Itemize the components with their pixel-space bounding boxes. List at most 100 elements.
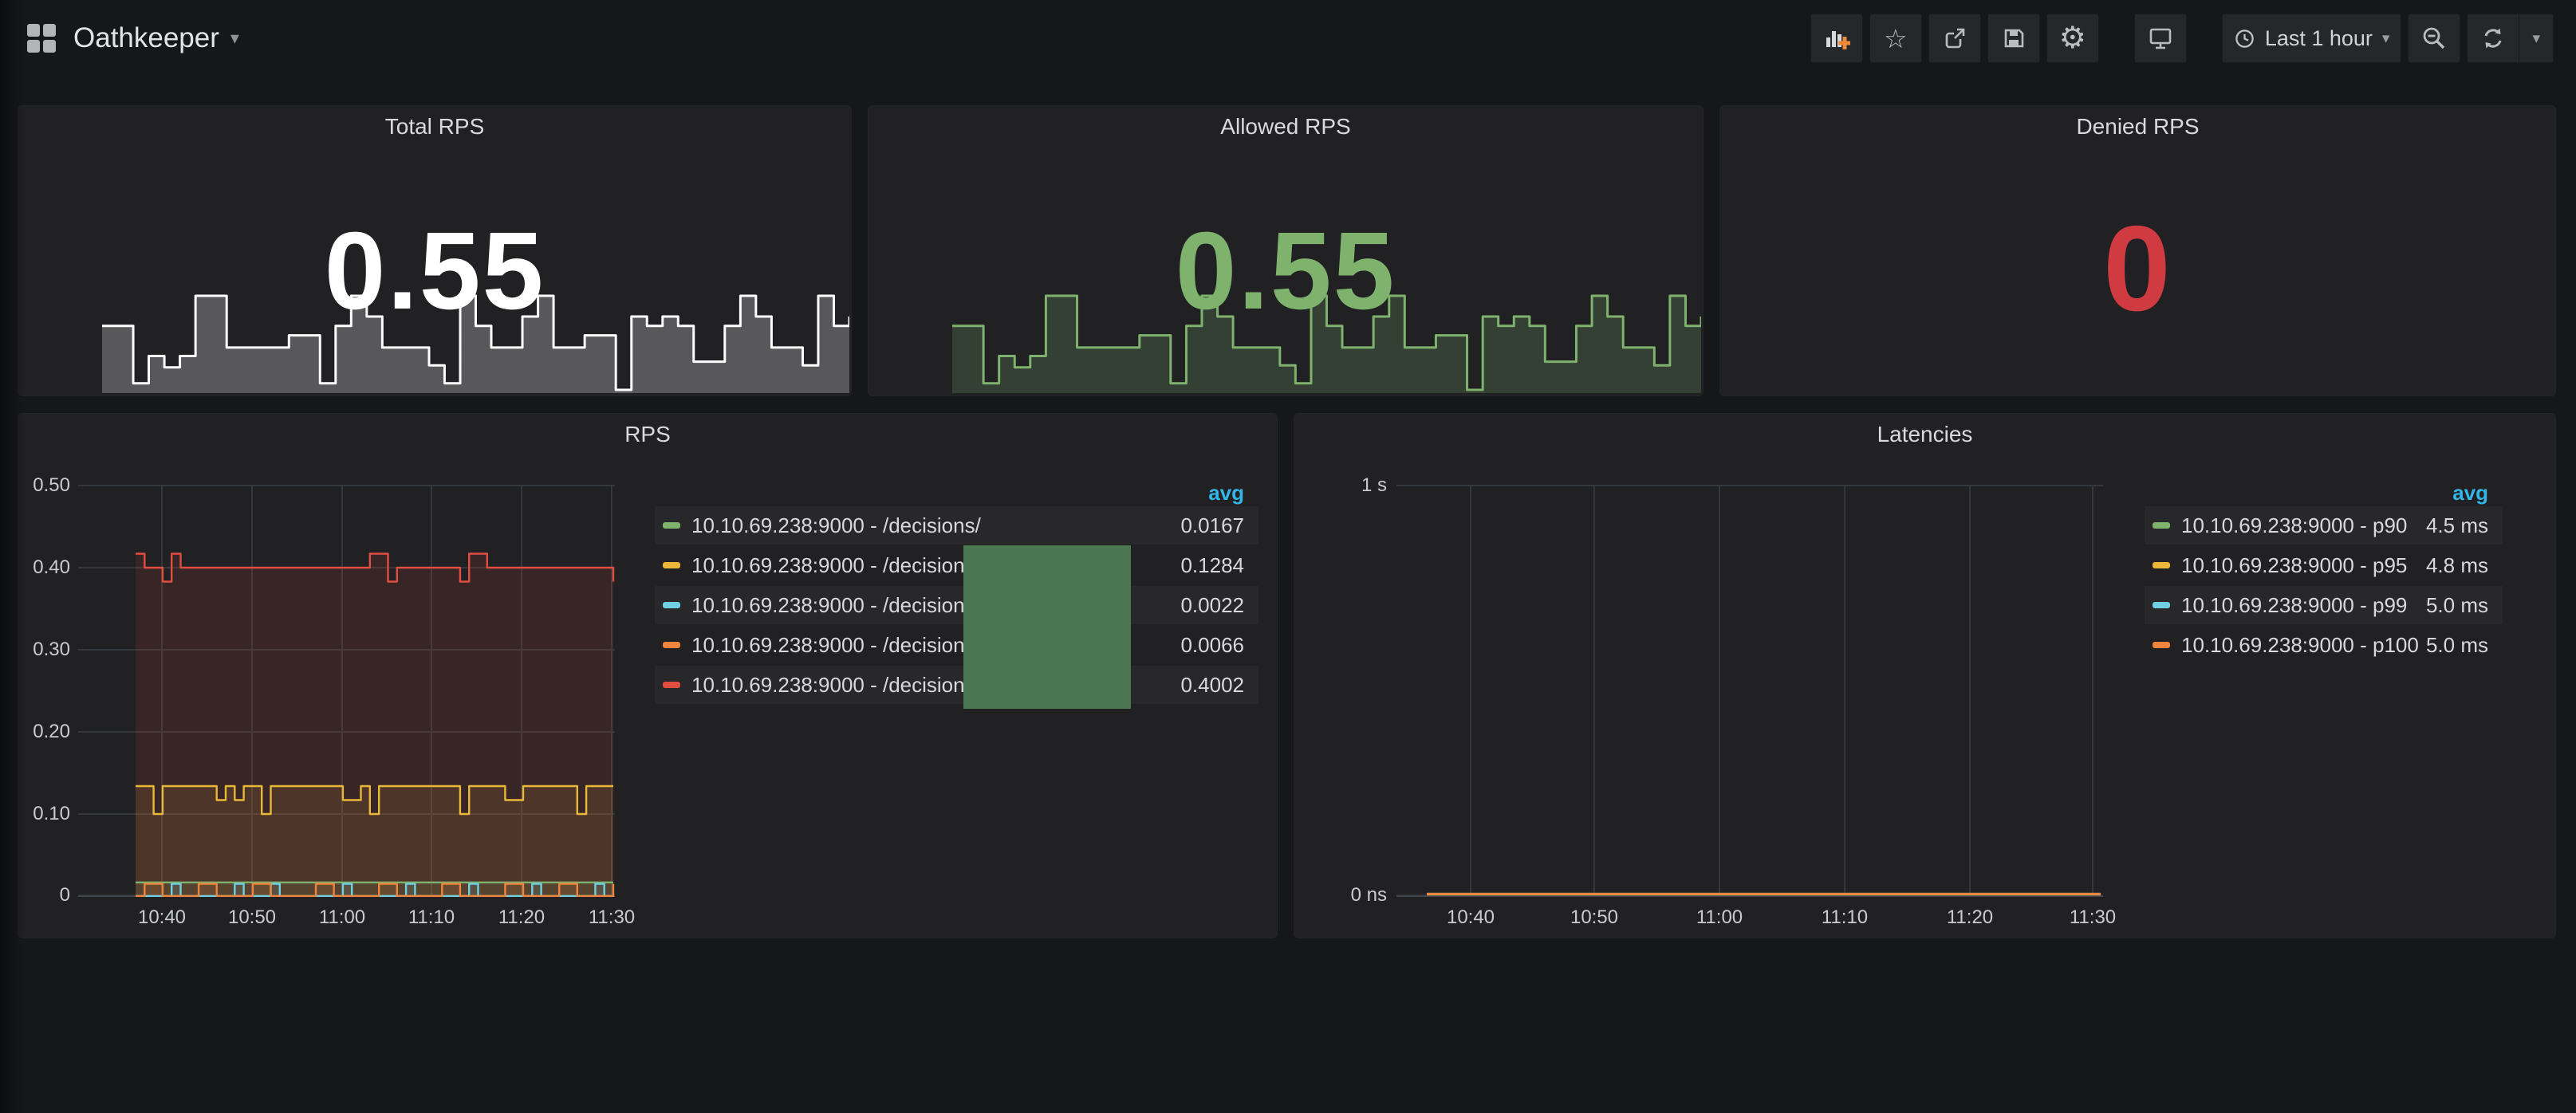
series-avg-value: 0.0022	[1180, 593, 1244, 618]
add-panel-button[interactable]	[1810, 14, 1863, 63]
grafana-dashboard: Oathkeeper ▾ ☆	[0, 0, 2576, 1113]
refresh-icon	[2480, 26, 2506, 51]
singlestat-value: 0	[1720, 208, 2555, 329]
x-axis-tick: 10:40	[1435, 907, 1507, 929]
clock-icon	[2234, 28, 2255, 49]
legend-row[interactable]: 10.10.69.238:9000 - /decisions/ 0.0022	[655, 586, 1258, 624]
panel-title[interactable]: Latencies	[1294, 422, 2555, 447]
x-axis-tick: 11:20	[1934, 907, 2006, 929]
x-axis-tick: 11:00	[1684, 907, 1755, 929]
series-color-swatch[interactable]	[663, 642, 680, 648]
bar-chart-plus-icon	[1823, 25, 1850, 52]
series-avg-value: 4.8 ms	[2426, 553, 2488, 578]
series-name[interactable]: 10.10.69.238:9000 - /decisions/	[691, 513, 1180, 538]
share-button[interactable]	[1928, 14, 1981, 63]
save-icon	[2001, 26, 2027, 51]
legend-row[interactable]: 10.10.69.238:9000 - p100 5.0 ms	[2145, 626, 2503, 664]
series-color-swatch[interactable]	[663, 522, 680, 529]
x-axis-tick: 11:20	[486, 907, 557, 929]
gear-icon: ⚙	[2059, 23, 2086, 53]
dashboard-toolbar: ☆ ⚙	[1810, 14, 2554, 63]
monitor-icon	[2147, 25, 2174, 52]
time-range-label: Last 1 hour	[2265, 26, 2373, 51]
y-axis-tick: 0.50	[20, 474, 70, 497]
legend-avg-header[interactable]: avg	[655, 481, 1258, 505]
x-axis-tick: 10:50	[1558, 907, 1630, 929]
latencies-chart-plot[interactable]	[1396, 485, 2103, 897]
panel-title[interactable]: Allowed RPS	[869, 114, 1703, 140]
x-axis-tick: 11:30	[576, 907, 648, 929]
x-axis-tick: 10:50	[216, 907, 288, 929]
y-axis-tick: 0	[20, 884, 70, 907]
y-axis-tick: 0.20	[20, 721, 70, 743]
series-color-swatch[interactable]	[2153, 522, 2170, 529]
series-avg-value: 5.0 ms	[2426, 633, 2488, 658]
x-axis-tick: 10:40	[126, 907, 198, 929]
panel-allowed-rps: Allowed RPS 0.55	[868, 105, 1704, 396]
refresh-button[interactable]	[2468, 14, 2519, 63]
y-axis-tick: 1 s	[1296, 474, 1387, 497]
y-axis-tick: 0.10	[20, 803, 70, 825]
legend-row[interactable]: 10.10.69.238:9000 - /decisions/ 0.1284	[655, 546, 1258, 584]
panel-title[interactable]: Total RPS	[18, 114, 851, 140]
cycle-view-mode-button[interactable]	[2134, 14, 2187, 63]
series-name[interactable]: 10.10.69.238:9000 - p100	[2181, 633, 2426, 658]
y-axis-tick: 0.40	[20, 556, 70, 579]
series-color-swatch[interactable]	[663, 682, 680, 688]
share-icon	[1942, 26, 1967, 51]
sparkline	[952, 293, 1701, 393]
refresh-interval-dropdown[interactable]: ▾	[2519, 14, 2553, 63]
panel-title[interactable]: RPS	[18, 422, 1277, 447]
dashboard-title[interactable]: Oathkeeper	[73, 22, 219, 54]
legend-row[interactable]: 10.10.69.238:9000 - p90 4.5 ms	[2145, 506, 2503, 545]
series-name[interactable]: 10.10.69.238:9000 - p99	[2181, 593, 2426, 618]
panel-latencies-graph: Latencies 1 s 0 ns 10:40 10:50 11:00 11:…	[1294, 413, 2556, 938]
y-axis-tick: 0 ns	[1296, 884, 1387, 907]
series-color-swatch[interactable]	[2153, 562, 2170, 568]
x-axis-tick: 11:00	[306, 907, 378, 929]
series-avg-value: 4.5 ms	[2426, 513, 2488, 538]
rps-chart-plot[interactable]	[78, 485, 615, 897]
panel-title[interactable]: Denied RPS	[1720, 114, 2555, 140]
series-color-swatch[interactable]	[663, 602, 680, 608]
series-name[interactable]: 10.10.69.238:9000 - p90	[2181, 513, 2426, 538]
x-axis-tick: 11:10	[1809, 907, 1881, 929]
x-axis-tick: 11:10	[396, 907, 467, 929]
series-avg-value: 5.0 ms	[2426, 593, 2488, 618]
green-overlay-artifact	[963, 545, 1131, 709]
x-axis-tick: 11:30	[2057, 907, 2129, 929]
series-avg-value: 0.0167	[1180, 513, 1244, 538]
refresh-split-button: ▾	[2467, 14, 2554, 63]
series-color-swatch[interactable]	[663, 562, 680, 568]
dashboard-title-dropdown[interactable]: Oathkeeper ▾	[73, 22, 239, 54]
series-color-swatch[interactable]	[2153, 602, 2170, 608]
legend-row[interactable]: 10.10.69.238:9000 - p99 5.0 ms	[2145, 586, 2503, 624]
legend-row[interactable]: 10.10.69.238:9000 - p95 4.8 ms	[2145, 546, 2503, 584]
y-axis-tick: 0.30	[20, 639, 70, 661]
grafana-logo[interactable]	[27, 24, 56, 53]
rps-legend: avg 10.10.69.238:9000 - /decisions/ 0.01…	[655, 481, 1258, 704]
series-avg-value: 0.0066	[1180, 633, 1244, 658]
zoom-out-button[interactable]	[2408, 14, 2460, 63]
legend-row[interactable]: 10.10.69.238:9000 - /decisions/ 0.4002	[655, 666, 1258, 704]
time-range-picker[interactable]: Last 1 hour ▾	[2222, 14, 2402, 63]
panel-denied-rps: Denied RPS 0	[1719, 105, 2556, 396]
settings-button[interactable]: ⚙	[2046, 14, 2099, 63]
series-avg-value: 0.1284	[1180, 553, 1244, 578]
legend-avg-header[interactable]: avg	[2145, 481, 2503, 505]
chevron-down-icon: ▾	[2532, 29, 2540, 48]
series-avg-value: 0.4002	[1180, 673, 1244, 698]
legend-row[interactable]: 10.10.69.238:9000 - /decisions/ 0.0167	[655, 506, 1258, 545]
star-button[interactable]: ☆	[1869, 14, 1922, 63]
series-name[interactable]: 10.10.69.238:9000 - p95	[2181, 553, 2426, 578]
chevron-down-icon: ▾	[2382, 29, 2390, 48]
save-button[interactable]	[1987, 14, 2040, 63]
legend-row[interactable]: 10.10.69.238:9000 - /decisions/ 0.0066	[655, 626, 1258, 664]
star-icon: ☆	[1884, 26, 1908, 52]
panel-total-rps: Total RPS 0.55	[18, 105, 852, 396]
latencies-legend: avg 10.10.69.238:9000 - p90 4.5 ms 10.10…	[2145, 481, 2503, 664]
chevron-down-icon: ▾	[230, 28, 239, 49]
zoom-out-icon	[2420, 25, 2448, 52]
series-color-swatch[interactable]	[2153, 642, 2170, 648]
navbar: Oathkeeper ▾ ☆	[0, 0, 2576, 77]
